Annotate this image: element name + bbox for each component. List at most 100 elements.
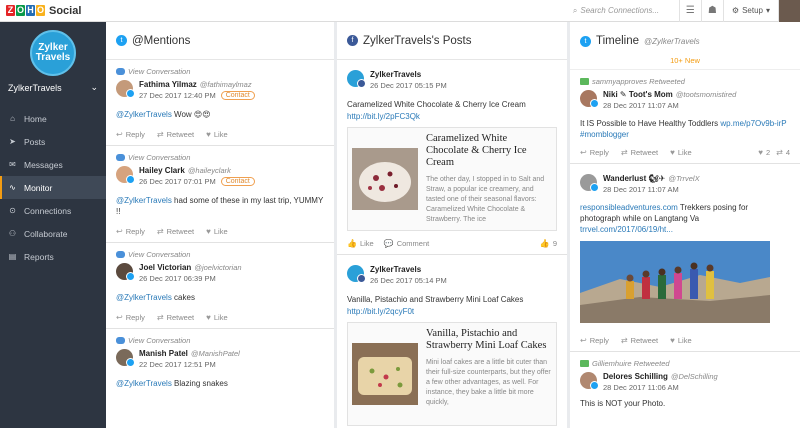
sidebar-item-monitor[interactable]: ∿ Monitor <box>0 176 106 199</box>
avatar[interactable] <box>116 166 135 184</box>
sidebar-item-reports[interactable]: ▤ Reports <box>0 245 106 268</box>
avatar[interactable] <box>347 70 366 88</box>
chat-icon <box>116 154 125 161</box>
card-title: Vanilla, Pistachio and Strawberry Mini L… <box>426 328 547 351</box>
home-icon: ⌂ <box>10 114 15 123</box>
sidebar-item-messages[interactable]: ✉ Messages <box>0 153 106 176</box>
like-button[interactable]: ♥ Like <box>206 313 228 322</box>
retweet-button[interactable]: ⇄ Retweet <box>157 313 194 322</box>
sidebar-item-home[interactable]: ⌂ Home <box>0 107 106 130</box>
search-icon: ⌕ <box>572 5 578 15</box>
reply-button[interactable]: ↩ Reply <box>580 148 609 157</box>
author-handle: @haileyclark <box>187 166 231 175</box>
view-conversation-link[interactable]: View Conversation <box>116 153 324 162</box>
card-description: The other day, I stopped in to Salt and … <box>426 176 545 223</box>
account-switcher[interactable]: ZylkerTravels ⌄ <box>0 76 106 99</box>
post-link[interactable]: http://bit.ly/2pFC3Qk <box>347 112 420 121</box>
column-header: t @Mentions <box>106 22 334 60</box>
post-text: @ZylkerTravels had some of these in my l… <box>116 196 324 216</box>
user-avatar[interactable] <box>778 0 800 22</box>
zoho-logo-icon: Z O H O <box>6 5 45 16</box>
sidebar-nav: ⌂ Home ➤ Posts ✉ Messages ∿ Monitor ⊙ Connect… <box>0 107 106 268</box>
facebook-icon: f <box>347 35 358 46</box>
author-name[interactable]: Delores Schilling <box>603 372 668 381</box>
sidebar-item-collaborate[interactable]: ⚇ Collaborate <box>0 222 106 245</box>
sidebar-item-posts[interactable]: ➤ Posts <box>0 130 106 153</box>
trekkers-photo[interactable] <box>580 241 770 323</box>
author-name[interactable]: Wanderlust 🐿✈ <box>603 174 665 183</box>
retweet-icon: ⇄ <box>156 227 164 236</box>
retweet-icon: ⇄ <box>620 148 628 157</box>
author-name[interactable]: ZylkerTravels <box>370 70 447 79</box>
link-preview-card[interactable]: Caramelized White Chocolate & Cherry Ice… <box>347 127 557 231</box>
post-text: Vanilla, Pistachio and Strawberry Mini L… <box>347 295 524 304</box>
author-handle: @tootsmomistired <box>675 90 737 99</box>
avatar[interactable] <box>116 349 135 367</box>
author-name[interactable]: Niki ✎ Toot's Mom <box>603 90 673 99</box>
author-name[interactable]: Hailey Clark <box>139 166 185 175</box>
retweet-button[interactable]: ⇄ Retweet <box>157 130 194 139</box>
list-item: sammyapproves Retweeted Niki ✎ Toot's Mo… <box>570 70 800 164</box>
setup-button[interactable]: ⚙ Setup ▾ <box>722 0 778 22</box>
link-preview-card[interactable]: Vanilla, Pistachio and Strawberry Mini L… <box>347 322 557 426</box>
reply-icon: ↩ <box>580 336 587 345</box>
like-button[interactable]: ♥ Like <box>206 227 228 236</box>
post-text: @ZylkerTravels cakes <box>116 293 195 302</box>
author-name[interactable]: Fathima Yilmaz <box>139 80 197 89</box>
brand-logo: Zylker Travels <box>30 30 76 76</box>
avatar[interactable] <box>347 265 366 283</box>
retweet-button[interactable]: ⇄ Retweet <box>157 227 194 236</box>
post-link[interactable]: http://bit.ly/2qcyF0t <box>347 307 414 316</box>
heart-icon: ♥ <box>670 336 675 345</box>
mentions-column: t @Mentions View Conversation Fathima Yi… <box>106 22 334 428</box>
app-logo[interactable]: Z O H O Social <box>6 5 81 17</box>
search-input[interactable]: ⌕ Search Connections... <box>569 3 679 19</box>
reply-button[interactable]: ↩ Reply <box>116 313 145 322</box>
retweet-icon: ⇄ <box>776 148 783 157</box>
retweeted-by[interactable]: Gilliemhuire Retweeted <box>580 359 790 368</box>
post-date: 26 Dec 2017 05:15 PM <box>370 81 447 90</box>
comment-button[interactable]: 💬 Comment <box>384 239 429 248</box>
reply-button[interactable]: ↩ Reply <box>116 227 145 236</box>
retweet-button[interactable]: ⇄ Retweet <box>621 336 658 345</box>
author-name[interactable]: Joel Victorian <box>139 263 191 272</box>
loaf-cake-image <box>352 343 418 405</box>
heart-icon: ♥ <box>206 130 211 139</box>
column-divider[interactable] <box>334 22 337 428</box>
reply-button[interactable]: ↩ Reply <box>580 336 609 345</box>
column-divider[interactable] <box>567 22 570 428</box>
reply-button[interactable]: ↩ Reply <box>116 130 145 139</box>
like-button[interactable]: ♥ Like <box>670 148 692 157</box>
author-name[interactable]: ZylkerTravels <box>370 265 447 274</box>
view-conversation-link[interactable]: View Conversation <box>116 67 324 76</box>
sidebar-item-connections[interactable]: ⊙ Connections <box>0 199 106 222</box>
retweet-icon: ⇄ <box>620 336 628 345</box>
list-item: View Conversation Fathima Yilmaz @fathima… <box>106 60 334 146</box>
heart-icon: ♥ <box>206 227 211 236</box>
list-item: Gilliemhuire Retweeted Delores Schilling… <box>570 352 800 415</box>
thumbs-up-icon: 👍 <box>347 239 357 248</box>
retweeted-by[interactable]: sammyapproves Retweeted <box>580 77 790 86</box>
list-item: View Conversation Joel Victorian @joelvic… <box>106 243 334 329</box>
author-name[interactable]: Manish Patel <box>139 349 188 358</box>
avatar[interactable] <box>580 90 599 108</box>
retweet-button[interactable]: ⇄ Retweet <box>621 148 658 157</box>
avatar[interactable] <box>580 174 599 192</box>
heart-icon: ♥ <box>758 148 763 157</box>
like-button[interactable]: 👍 Like <box>347 239 374 248</box>
new-posts-button[interactable]: 10+ New <box>570 52 800 70</box>
brand-name: Social <box>49 4 82 17</box>
avatar[interactable] <box>116 263 135 281</box>
avatar[interactable] <box>116 80 135 98</box>
list-item: Wanderlust 🐿✈ @TrrvelX 28 Dec 2017 11:07 … <box>570 164 800 352</box>
card-description: Mini loaf cakes are a little bit cuter t… <box>426 359 551 406</box>
view-conversation-link[interactable]: View Conversation <box>116 336 324 345</box>
menu-icon[interactable]: ☰ <box>678 0 701 22</box>
reply-icon: ↩ <box>116 130 123 139</box>
avatar[interactable] <box>580 372 599 390</box>
like-button[interactable]: ♥ Like <box>206 130 228 139</box>
view-conversation-link[interactable]: View Conversation <box>116 250 324 259</box>
notification-icon[interactable]: ☗ <box>700 0 723 22</box>
ice-cream-image <box>352 148 418 210</box>
like-button[interactable]: ♥ Like <box>670 336 692 345</box>
